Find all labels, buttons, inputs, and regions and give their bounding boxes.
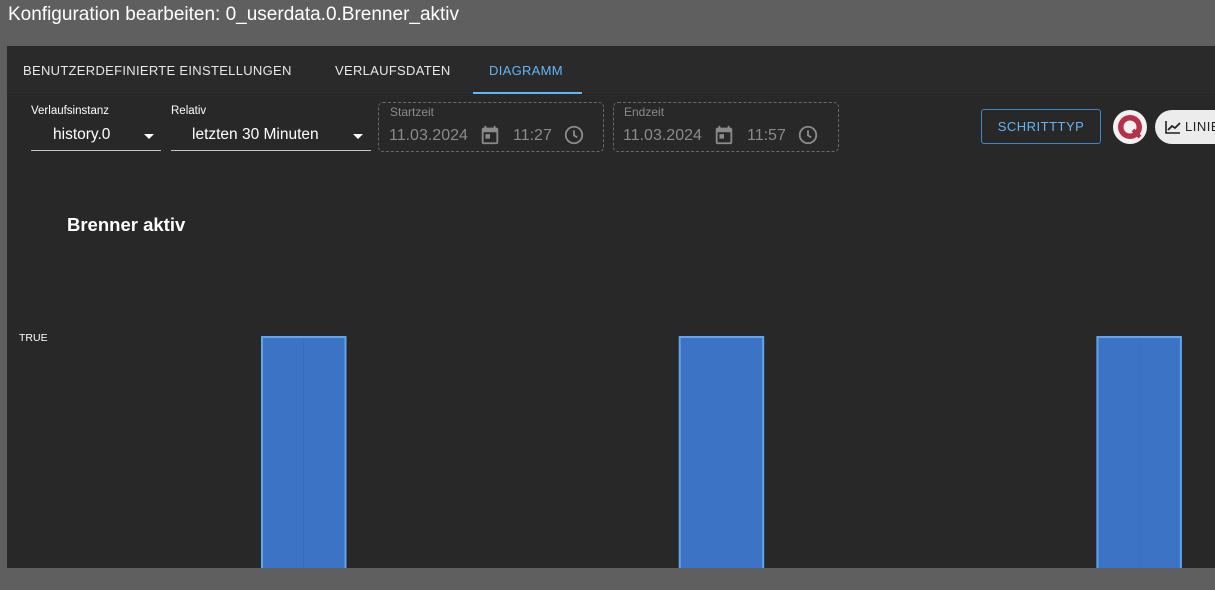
config-dialog: BENUTZERDEFINIERTE EINSTELLUNGEN VERLAUF… xyxy=(7,46,1215,568)
clock-icon xyxy=(798,125,818,145)
relative-select-label: Relativ xyxy=(171,105,207,117)
tab-history-data[interactable]: VERLAUFSDATEN xyxy=(335,46,451,94)
chevron-down-icon xyxy=(144,134,154,139)
end-date-value: 11.03.2024 xyxy=(623,127,702,144)
line-chart-icon xyxy=(1165,121,1181,134)
bar-11-52 xyxy=(1097,337,1140,568)
instance-select-value: history.0 xyxy=(53,126,111,143)
chart-area: FALSETRUE11:2711.0311:2811.0311:2911.031… xyxy=(19,332,1182,568)
bar-11-32 xyxy=(262,337,304,568)
start-time-label: Startzeit xyxy=(390,105,435,119)
calendar-icon xyxy=(481,125,499,145)
iobroker-logo-icon xyxy=(1118,115,1142,139)
bar-11-42 xyxy=(679,337,722,568)
tab-bar: BENUTZERDEFINIERTE EINSTELLUNGEN VERLAUF… xyxy=(7,46,1215,95)
chart-panel: Verlaufsinstanz history.0 Relativ letzte… xyxy=(7,96,1215,568)
line-chart-toggle-label: LINIE xyxy=(1185,119,1215,134)
line-chart-toggle-button[interactable]: LINIE xyxy=(1155,110,1215,144)
relative-select-underline xyxy=(171,150,371,151)
bar-11-53 xyxy=(1139,337,1181,568)
start-date-value: 11.03.2024 xyxy=(389,127,468,144)
calendar-icon xyxy=(715,125,733,145)
logo-button[interactable] xyxy=(1113,110,1147,144)
step-type-button[interactable]: SCHRITTTYP xyxy=(981,109,1101,144)
chart-title: Brenner aktiv xyxy=(67,214,186,235)
tab-chart[interactable]: DIAGRAMM xyxy=(489,46,563,94)
y-tick-label-true: TRUE xyxy=(19,332,48,344)
window-title: Konfiguration bearbeiten: 0_userdata.0.B… xyxy=(8,4,460,25)
chevron-down-icon xyxy=(353,134,363,139)
relative-select-value: letzten 30 Minuten xyxy=(192,126,319,143)
start-time-value: 11:27 xyxy=(513,127,552,144)
instance-select-underline xyxy=(31,150,161,151)
instance-select-label: Verlaufsinstanz xyxy=(31,105,109,117)
end-time-value: 11:57 xyxy=(747,127,786,144)
end-time-label: Endzeit xyxy=(624,105,665,119)
clock-icon xyxy=(564,125,584,145)
bar-11-33 xyxy=(303,337,346,568)
tab-custom-settings[interactable]: BENUTZERDEFINIERTE EINSTELLUNGEN xyxy=(23,46,292,94)
bar-11-43 xyxy=(721,337,764,568)
active-tab-indicator xyxy=(473,92,582,94)
